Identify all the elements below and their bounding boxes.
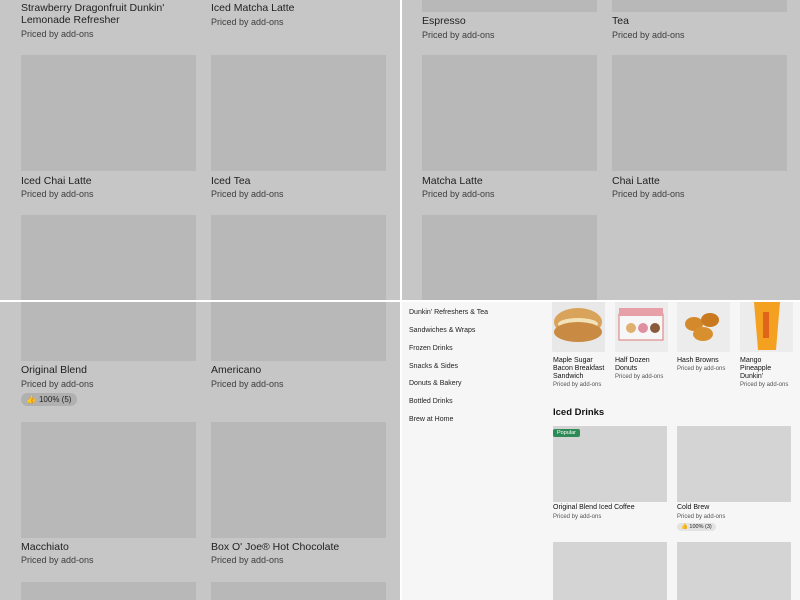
item-name[interactable]: Iced Tea <box>211 175 251 187</box>
item-image[interactable] <box>677 426 791 502</box>
item-image[interactable] <box>211 582 386 600</box>
rating-text: 100% (5) <box>38 395 72 404</box>
item-name[interactable]: Chai Latte <box>612 175 660 187</box>
item-price: Priced by add-ons <box>21 29 94 39</box>
item-price: Priced by add-ons <box>615 374 664 380</box>
item-price: Priced by add-ons <box>211 379 284 389</box>
item-image[interactable] <box>677 302 730 352</box>
nav-item-brew-at-home[interactable]: Brew at Home <box>409 416 453 423</box>
nav-item-snacks[interactable]: Snacks & Sides <box>409 363 458 370</box>
item-name[interactable]: Box O' Joe® Hot Chocolate <box>211 541 339 553</box>
item-price: Priced by add-ons <box>211 17 284 27</box>
item-name[interactable]: Matcha Latte <box>422 175 483 187</box>
item-image[interactable] <box>553 542 667 600</box>
nav-item-refreshers[interactable]: Dunkin' Refreshers & Tea <box>409 309 488 316</box>
item-name[interactable]: Iced Chai Latte <box>21 175 92 187</box>
item-name[interactable]: Americano <box>211 364 261 376</box>
hash-browns-icon <box>685 313 719 341</box>
item-name[interactable]: Original Blend <box>21 364 87 376</box>
item-price: Priced by add-ons <box>677 366 726 372</box>
item-image[interactable] <box>740 302 793 352</box>
item-price: Priced by add-ons <box>553 382 602 388</box>
item-price: Priced by add-ons <box>211 555 284 565</box>
item-name[interactable]: Cold Brew <box>677 504 709 512</box>
item-price: Priced by add-ons <box>21 379 94 389</box>
item-image[interactable] <box>677 542 791 600</box>
item-image[interactable] <box>211 302 386 361</box>
item-image[interactable] <box>21 215 196 300</box>
item-name[interactable]: Maple Sugar Bacon Breakfast Sandwich <box>553 357 608 381</box>
item-price: Priced by add-ons <box>422 189 495 199</box>
item-name[interactable]: Strawberry Dragonfruit Dunkin' Lemonade … <box>21 2 206 26</box>
item-image[interactable] <box>422 0 597 12</box>
rating-badge: 👍 100% (5) <box>21 393 78 406</box>
menu-grid-panel-2: Espresso Priced by add-ons Tea Priced by… <box>402 0 800 300</box>
item-price: Priced by add-ons <box>553 514 602 520</box>
item-name[interactable]: Tea <box>612 15 629 27</box>
item-image[interactable] <box>553 426 667 502</box>
item-price: Priced by add-ons <box>21 555 94 565</box>
item-price: Priced by add-ons <box>422 30 495 40</box>
mango-drink-icon <box>754 302 780 350</box>
menu-grid-panel-1: Strawberry Dragonfruit Dunkin' Lemonade … <box>0 0 400 300</box>
popular-badge: Popular <box>553 429 580 437</box>
item-image[interactable] <box>615 302 668 352</box>
item-name[interactable]: Macchiato <box>21 541 69 553</box>
thumbs-up-icon: 👍 <box>681 524 688 530</box>
menu-grid-panel-3: Original Blend Priced by add-ons 👍 100% (… <box>0 302 400 600</box>
item-image[interactable] <box>612 55 787 171</box>
menu-overview-panel: Dunkin' Refreshers & Tea Sandwiches & Wr… <box>402 302 800 600</box>
rating-badge: 👍 100% (3) <box>677 523 716 531</box>
item-price: Priced by add-ons <box>612 30 685 40</box>
item-name[interactable]: Original Blend Iced Coffee <box>553 504 635 512</box>
item-name[interactable]: Mango Pineapple Dunkin' <box>740 357 785 381</box>
item-image[interactable] <box>422 55 597 171</box>
nav-item-donuts[interactable]: Donuts & Bakery <box>409 380 462 387</box>
item-image[interactable] <box>21 302 196 361</box>
nav-item-sandwiches[interactable]: Sandwiches & Wraps <box>409 327 475 334</box>
item-image[interactable] <box>422 215 597 300</box>
rating-text: 100% (3) <box>689 524 712 530</box>
item-image[interactable] <box>21 422 196 538</box>
item-image[interactable] <box>211 55 386 171</box>
item-image[interactable] <box>211 422 386 538</box>
nav-item-frozen[interactable]: Frozen Drinks <box>409 345 453 352</box>
item-name[interactable]: Iced Matcha Latte <box>211 2 391 14</box>
item-price: Priced by add-ons <box>211 189 284 199</box>
item-image[interactable] <box>21 55 196 171</box>
item-price: Priced by add-ons <box>740 382 789 388</box>
nav-item-bottled[interactable]: Bottled Drinks <box>409 398 453 405</box>
item-price: Priced by add-ons <box>612 189 685 199</box>
grid-divider-horizontal <box>0 300 800 302</box>
item-image[interactable] <box>21 582 196 600</box>
item-price: Priced by add-ons <box>677 514 726 520</box>
item-image[interactable] <box>552 302 605 352</box>
sandwich-image-icon <box>554 308 602 342</box>
item-name[interactable]: Espresso <box>422 15 466 27</box>
item-name[interactable]: Half Dozen Donuts <box>615 357 665 373</box>
item-price: Priced by add-ons <box>21 189 94 199</box>
item-image[interactable] <box>612 0 787 12</box>
thumbs-up-icon: 👍 <box>26 395 36 404</box>
donut-box-icon <box>618 308 664 341</box>
item-name[interactable]: Hash Browns <box>677 357 727 365</box>
section-title: Iced Drinks <box>553 407 605 418</box>
item-image[interactable] <box>211 215 386 300</box>
